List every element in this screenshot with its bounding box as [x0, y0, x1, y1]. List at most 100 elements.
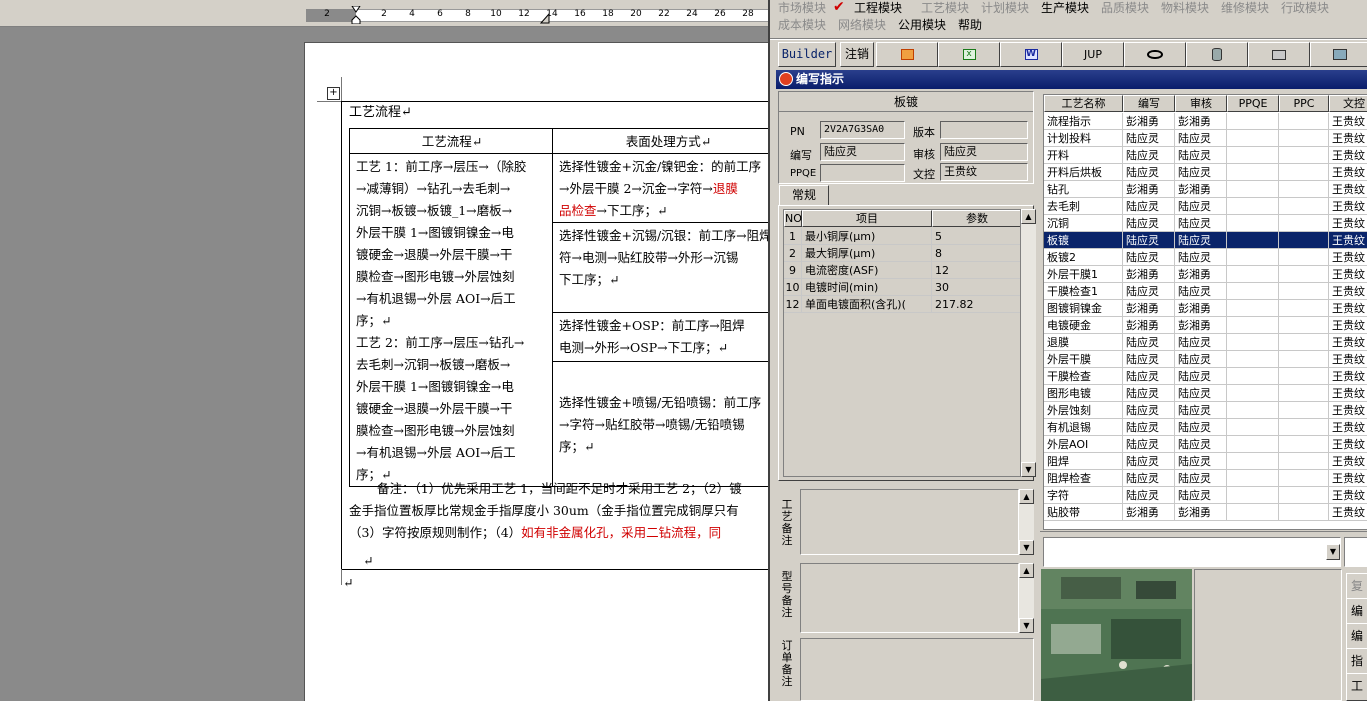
logout-button[interactable]: 注销 [840, 42, 874, 67]
scroll-down-icon[interactable]: ▼ [1021, 462, 1036, 477]
menu-network[interactable]: 网络模块 [838, 16, 886, 33]
powerpoint-button[interactable] [876, 42, 938, 67]
process-row[interactable]: 流程指示 彭湘勇 彭湘勇 王贵纹 [1044, 113, 1367, 130]
process-row[interactable]: 阻焊 陆应灵 陆应灵 王贵纹 [1044, 453, 1367, 470]
scroll-up-icon[interactable]: ▲ [1019, 563, 1034, 578]
order-remark-text[interactable] [800, 638, 1034, 701]
process-row[interactable]: 有机退锡 陆应灵 陆应灵 王贵纹 [1044, 419, 1367, 436]
menu-help[interactable]: 帮助 [958, 16, 982, 33]
search-combobox[interactable]: ▼ [1043, 537, 1341, 567]
process-row[interactable]: 钻孔 彭湘勇 彭湘勇 王贵纹 [1044, 181, 1367, 198]
process-cell-name: 板镀 [1044, 232, 1123, 249]
table-move-handle-icon[interactable]: + [327, 87, 340, 100]
params-scrollbar[interactable]: ▲ ▼ [1021, 209, 1036, 477]
process-row[interactable]: 去毛刺 陆应灵 陆应灵 王贵纹 [1044, 198, 1367, 215]
params-header-value[interactable]: 参数 [932, 210, 1020, 227]
scroll-up-icon[interactable]: ▲ [1021, 209, 1036, 224]
process-button[interactable]: 工 [1346, 673, 1367, 701]
process-row[interactable]: 阻焊检查 陆应灵 陆应灵 王贵纹 [1044, 470, 1367, 487]
process-row[interactable]: 外层干膜1 彭湘勇 彭湘勇 王贵纹 [1044, 266, 1367, 283]
ppqe-field[interactable] [820, 164, 905, 182]
process-row[interactable]: 外层AOI 陆应灵 陆应灵 王贵纹 [1044, 436, 1367, 453]
indent-marker-icon[interactable] [351, 6, 361, 24]
network-button[interactable] [1248, 42, 1310, 67]
view-button[interactable] [1124, 42, 1186, 67]
word-button[interactable]: W [1000, 42, 1062, 67]
builder-button[interactable]: Builder [778, 42, 836, 67]
process-header-reviewer[interactable]: 审核 [1175, 95, 1227, 112]
instruction-button[interactable]: 指 [1346, 648, 1367, 674]
menu-plan[interactable]: 计划模块 [981, 0, 1029, 16]
reviewer-field[interactable]: 陆应灵 [940, 143, 1028, 161]
process-row[interactable]: 退膜 陆应灵 陆应灵 王贵纹 [1044, 334, 1367, 351]
process-row[interactable]: 沉铜 陆应灵 陆应灵 王贵纹 [1044, 215, 1367, 232]
process-row[interactable]: 图形电镀 陆应灵 陆应灵 王贵纹 [1044, 385, 1367, 402]
params-row[interactable]: 12 单面电镀面积(含孔)( 217.82 [784, 296, 1020, 313]
process-remark-text[interactable] [800, 489, 1019, 555]
menu-public[interactable]: 公用模块 [898, 16, 946, 33]
column-marker-icon[interactable] [540, 9, 550, 27]
process-header-ppqe[interactable]: PPQE [1227, 95, 1279, 112]
secondary-input[interactable] [1344, 537, 1367, 567]
process-cell-ppqe [1227, 436, 1279, 453]
menu-admin[interactable]: 行政模块 [1281, 0, 1329, 16]
menu-cost[interactable]: 成本模块 [778, 16, 826, 33]
scroll-up-icon[interactable]: ▲ [1019, 489, 1034, 504]
version-field[interactable] [940, 121, 1028, 139]
process-row[interactable]: 图镀铜镍金 彭湘勇 彭湘勇 王贵纹 [1044, 300, 1367, 317]
remark-scrollbar[interactable]: ▲ ▼ [1019, 489, 1034, 555]
horizontal-ruler[interactable]: 2 2 4 6 8 10 12 14 16 18 20 22 24 26 28 [0, 0, 770, 27]
params-grid[interactable]: NO 项目 参数 1 最小铜厚(μm) 5 2 最大铜厚(μm) 8 9 电流密… [783, 209, 1021, 477]
process-header-name[interactable]: 工艺名称 [1044, 95, 1123, 112]
menu-production[interactable]: 生产模块 [1041, 0, 1089, 16]
database-button[interactable] [1186, 42, 1248, 67]
params-row[interactable]: 1 最小铜厚(μm) 5 [784, 228, 1020, 245]
jup-button[interactable]: JUP [1062, 42, 1124, 67]
process-row[interactable]: 干膜检查1 陆应灵 陆应灵 王贵纹 [1044, 283, 1367, 300]
params-header-item[interactable]: 项目 [802, 210, 932, 227]
menu-craft[interactable]: 工艺模块 [921, 0, 969, 16]
menu-material[interactable]: 物料模块 [1161, 0, 1209, 16]
process-list-grid[interactable]: 工艺名称 编写 审核 PPQE PPC 文控 流程指示 彭湘勇 彭湘勇 王贵纹 计划投料… [1043, 94, 1367, 530]
process-row[interactable]: 开料后烘板 陆应灵 陆应灵 王贵纹 [1044, 164, 1367, 181]
process-cell-reviewer: 陆应灵 [1175, 215, 1227, 232]
process-row[interactable]: 字符 陆应灵 陆应灵 王贵纹 [1044, 487, 1367, 504]
process-cell-writer: 陆应灵 [1123, 334, 1175, 351]
process-row[interactable]: 干膜检查 陆应灵 陆应灵 王贵纹 [1044, 368, 1367, 385]
doc-control-field[interactable]: 王贵纹 [940, 163, 1028, 181]
edit-button-2[interactable]: 编 [1346, 623, 1367, 649]
process-row[interactable]: 板镀 陆应灵 陆应灵 王贵纹 [1044, 232, 1367, 249]
params-header-no[interactable]: NO [784, 210, 802, 227]
excel-button[interactable]: x [938, 42, 1000, 67]
chevron-down-icon[interactable]: ▼ [1326, 544, 1340, 560]
process-row[interactable]: 电镀硬金 彭湘勇 彭湘勇 王贵纹 [1044, 317, 1367, 334]
remark-scrollbar[interactable]: ▲ ▼ [1019, 563, 1034, 633]
process-table[interactable]: 工艺流程↵ 表面处理方式↵ 工艺 1：前工序→层压→（除胶 →减薄铜）→钻孔→去… [349, 128, 783, 487]
process-row[interactable]: 贴胶带 彭湘勇 彭湘勇 王贵纹 [1044, 504, 1367, 521]
process-header-writer[interactable]: 编写 [1123, 95, 1175, 112]
params-row[interactable]: 2 最大铜厚(μm) 8 [784, 245, 1020, 262]
process-row[interactable]: 板镀2 陆应灵 陆应灵 王贵纹 [1044, 249, 1367, 266]
copy-button[interactable]: 复 [1346, 573, 1367, 599]
scroll-down-icon[interactable]: ▼ [1019, 540, 1034, 555]
process-row[interactable]: 外层蚀刻 陆应灵 陆应灵 王贵纹 [1044, 402, 1367, 419]
menu-market[interactable]: 市场模块 [778, 0, 826, 16]
process-cell-doc-control: 王贵纹 [1329, 453, 1367, 470]
computer-button[interactable] [1310, 42, 1367, 67]
menu-maintenance[interactable]: 维修模块 [1221, 0, 1269, 16]
params-row[interactable]: 9 电流密度(ASF) 12 [784, 262, 1020, 279]
scroll-down-icon[interactable]: ▼ [1019, 618, 1034, 633]
writer-field[interactable]: 陆应灵 [820, 143, 905, 161]
edit-button[interactable]: 编 [1346, 598, 1367, 624]
pn-field[interactable]: 2V2A7G3SA0 [820, 121, 905, 139]
process-header-ppc[interactable]: PPC [1279, 95, 1329, 112]
params-row[interactable]: 10 电镀时间(min) 30 [784, 279, 1020, 296]
process-header-doc-control[interactable]: 文控 [1329, 95, 1367, 112]
model-remark-text[interactable] [800, 563, 1019, 633]
menu-engineering[interactable]: 工程模块 [854, 0, 902, 16]
process-row[interactable]: 外层干膜 陆应灵 陆应灵 王贵纹 [1044, 351, 1367, 368]
process-row[interactable]: 计划投料 陆应灵 陆应灵 王贵纹 [1044, 130, 1367, 147]
process-row[interactable]: 开料 陆应灵 陆应灵 王贵纹 [1044, 147, 1367, 164]
menu-quality[interactable]: 品质模块 [1101, 0, 1149, 16]
tab-general[interactable]: 常规 [779, 185, 829, 206]
